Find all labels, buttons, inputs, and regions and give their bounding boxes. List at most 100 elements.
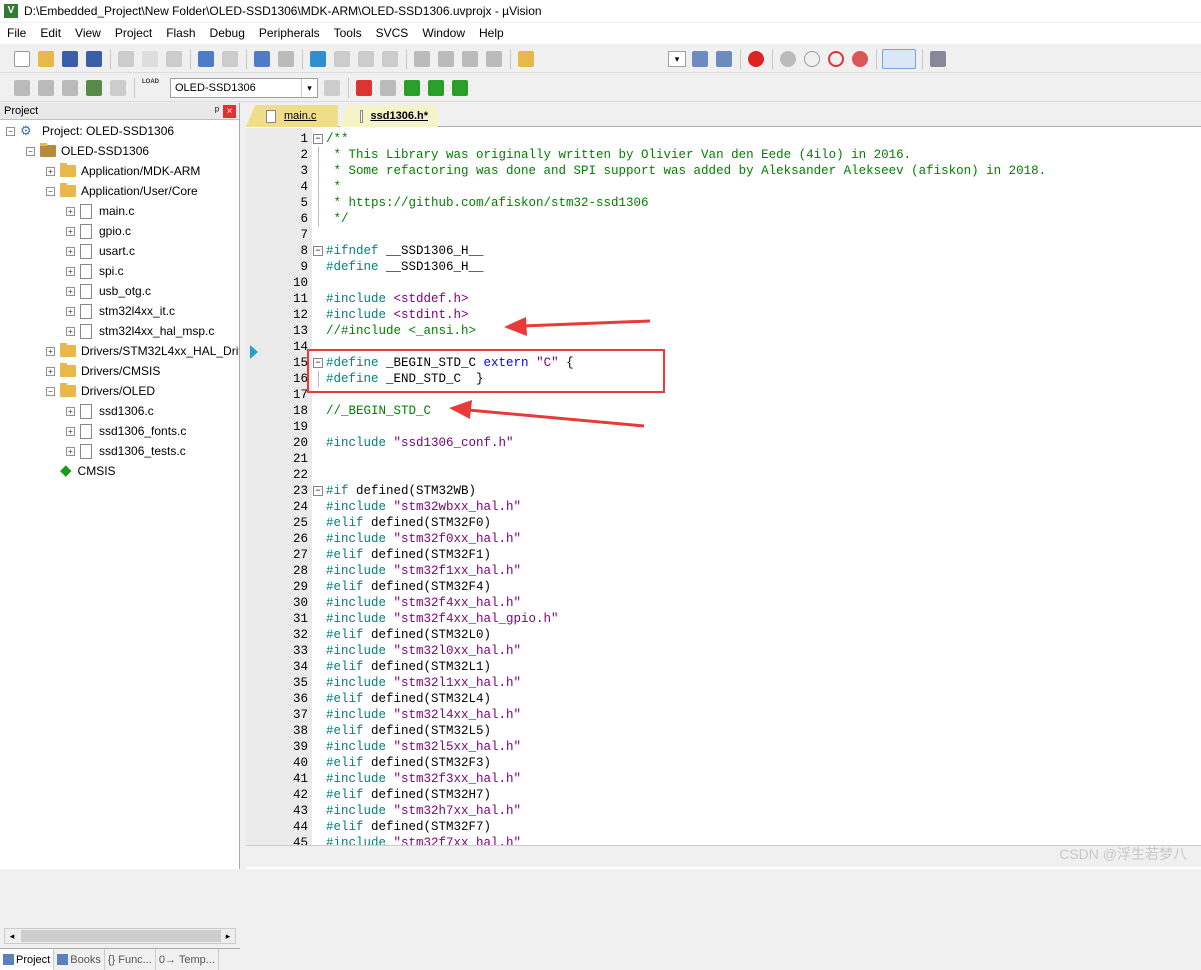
tree-item-file[interactable]: + usb_otg.c [66, 281, 151, 301]
tree-horizontal-scrollbar[interactable]: ◂ ▸ [4, 928, 236, 944]
menu-svcs[interactable]: SVCS [369, 23, 416, 44]
code-editor[interactable]: main.c ssd1306.h* 1−/** 2 * This Library … [246, 103, 1201, 869]
expand-icon[interactable]: + [66, 426, 75, 436]
code-line[interactable]: 39 #include "stm32l5xx_hal.h" [246, 739, 1201, 755]
expand-icon[interactable]: + [46, 166, 55, 176]
expand-icon[interactable]: + [66, 246, 75, 256]
tree-item-file[interactable]: + gpio.c [66, 221, 131, 241]
tree-item-file[interactable]: + usart.c [66, 241, 135, 261]
code-line[interactable]: 23− #if defined(STM32WB) [246, 483, 1201, 499]
load-download-icon[interactable]: LOAD [142, 78, 159, 98]
manage-rte-icon[interactable] [404, 80, 420, 96]
tree-item-folder[interactable]: + Application/MDK-ARM [46, 161, 200, 181]
target-options-icon[interactable] [324, 80, 340, 96]
disable-breakpoint-icon[interactable] [804, 51, 820, 67]
code-line[interactable]: 31 #include "stm32f4xx_hal_gpio.h" [246, 611, 1201, 627]
code-line[interactable]: 30 #include "stm32f4xx_hal.h" [246, 595, 1201, 611]
find-dropdown[interactable]: ▾ [668, 51, 686, 67]
unindent-icon[interactable] [438, 51, 454, 67]
pin-icon[interactable]: ᵖ [215, 103, 219, 120]
panel-tab-2[interactable]: {} Func... [105, 949, 156, 970]
save-icon[interactable] [62, 51, 78, 67]
code-line[interactable]: 27 #elif defined(STM32F1) [246, 547, 1201, 563]
code-line[interactable]: 22 [246, 467, 1201, 483]
tree-item-file[interactable]: + ssd1306_tests.c [66, 441, 186, 461]
menu-help[interactable]: Help [472, 23, 511, 44]
code-line[interactable]: 3 * Some refactoring was done and SPI su… [246, 163, 1201, 179]
redo-icon[interactable] [222, 51, 238, 67]
expand-icon[interactable]: + [66, 266, 75, 276]
code-line[interactable]: 33 #include "stm32l0xx_hal.h" [246, 643, 1201, 659]
tree-item-folder[interactable]: + Drivers/STM32L4xx_HAL_Driv [46, 341, 239, 361]
open-folder-icon[interactable] [38, 51, 54, 67]
code-line[interactable]: 34 #elif defined(STM32L1) [246, 659, 1201, 675]
code-line[interactable]: 7 [246, 227, 1201, 243]
tree-item-file[interactable]: + ssd1306_fonts.c [66, 421, 186, 441]
tree-item-folder[interactable]: − Drivers/OLED [46, 381, 155, 401]
chevron-down-icon[interactable]: ▾ [301, 79, 317, 97]
code-line[interactable]: 13 //#include <_ansi.h> [246, 323, 1201, 339]
code-line[interactable]: 9 #define __SSD1306_H__ [246, 259, 1201, 275]
code-line[interactable]: 25 #elif defined(STM32F0) [246, 515, 1201, 531]
copy-icon[interactable] [142, 51, 158, 67]
scroll-left-icon[interactable]: ◂ [5, 929, 19, 943]
menu-flash[interactable]: Flash [159, 23, 202, 44]
save-all-icon[interactable] [86, 51, 102, 67]
code-line[interactable]: 36 #elif defined(STM32L4) [246, 691, 1201, 707]
code-line[interactable]: 8− #ifndef __SSD1306_H__ [246, 243, 1201, 259]
tab-main-c[interactable]: main.c [246, 105, 338, 127]
comment-icon[interactable] [462, 51, 478, 67]
stop-build-icon[interactable] [110, 80, 126, 96]
code-line[interactable]: 20 #include "ssd1306_conf.h" [246, 435, 1201, 451]
fold-collapse-icon[interactable]: − [313, 486, 323, 496]
breakpoint-icon[interactable] [780, 51, 796, 67]
panel-tab-3[interactable]: 0→ Temp... [156, 949, 219, 970]
find-icon[interactable] [692, 51, 708, 67]
new-file-icon[interactable] [14, 51, 30, 67]
undo-icon[interactable] [198, 51, 214, 67]
code-line[interactable]: 43 #include "stm32h7xx_hal.h" [246, 803, 1201, 819]
panel-tab-0[interactable]: Project [0, 949, 55, 970]
clear-bookmarks-icon[interactable] [382, 51, 398, 67]
tree-item-file[interactable]: + stm32l4xx_it.c [66, 301, 175, 321]
configure-wrench-icon[interactable] [930, 51, 946, 67]
expand-icon[interactable]: + [66, 206, 75, 216]
tree-item-cmsis[interactable]: ◆ CMSIS [46, 461, 116, 481]
menu-debug[interactable]: Debug [203, 23, 252, 44]
find-in-files-icon[interactable] [518, 51, 534, 67]
panel-tab-1[interactable]: Books [54, 949, 105, 970]
nav-back-icon[interactable] [254, 51, 270, 67]
code-line[interactable]: 35 #include "stm32l1xx_hal.h" [246, 675, 1201, 691]
collapse-icon[interactable]: − [6, 126, 15, 136]
code-line[interactable]: 44 #elif defined(STM32F7) [246, 819, 1201, 835]
code-line[interactable]: 38 #elif defined(STM32L5) [246, 723, 1201, 739]
window-layout-icon[interactable] [882, 49, 916, 69]
replace-icon[interactable] [716, 51, 732, 67]
tab-ssd1306-h[interactable]: ssd1306.h* [340, 105, 438, 127]
paste-icon[interactable] [166, 51, 182, 67]
tree-item-file[interactable]: + main.c [66, 201, 134, 221]
code-line[interactable]: 10 [246, 275, 1201, 291]
nav-forward-icon[interactable] [278, 51, 294, 67]
scroll-right-icon[interactable]: ▸ [221, 929, 235, 943]
code-line[interactable]: 26 #include "stm32f0xx_hal.h" [246, 531, 1201, 547]
code-line[interactable]: 18 //_BEGIN_STD_C [246, 403, 1201, 419]
tree-item-target[interactable]: − OLED-SSD1306 [26, 141, 149, 161]
expand-icon[interactable]: + [46, 346, 55, 356]
indent-icon[interactable] [414, 51, 430, 67]
next-bookmark-icon[interactable] [358, 51, 374, 67]
code-line[interactable]: 19 [246, 419, 1201, 435]
scrollbar-thumb[interactable] [21, 930, 221, 942]
cut-icon[interactable] [118, 51, 134, 67]
prev-bookmark-icon[interactable] [334, 51, 350, 67]
expand-icon[interactable]: + [66, 286, 75, 296]
editor-horizontal-scrollbar[interactable] [246, 845, 1201, 867]
menu-project[interactable]: Project [108, 23, 159, 44]
code-line[interactable]: 29 #elif defined(STM32F4) [246, 579, 1201, 595]
code-line[interactable]: 5 * https://github.com/afiskon/stm32-ssd… [246, 195, 1201, 211]
code-line[interactable]: 2 * This Library was originally written … [246, 147, 1201, 163]
target-select[interactable]: OLED-SSD1306 ▾ [170, 78, 318, 98]
tree-item-file[interactable]: + stm32l4xx_hal_msp.c [66, 321, 214, 341]
uncomment-icon[interactable] [486, 51, 502, 67]
code-line[interactable]: 40 #elif defined(STM32F3) [246, 755, 1201, 771]
